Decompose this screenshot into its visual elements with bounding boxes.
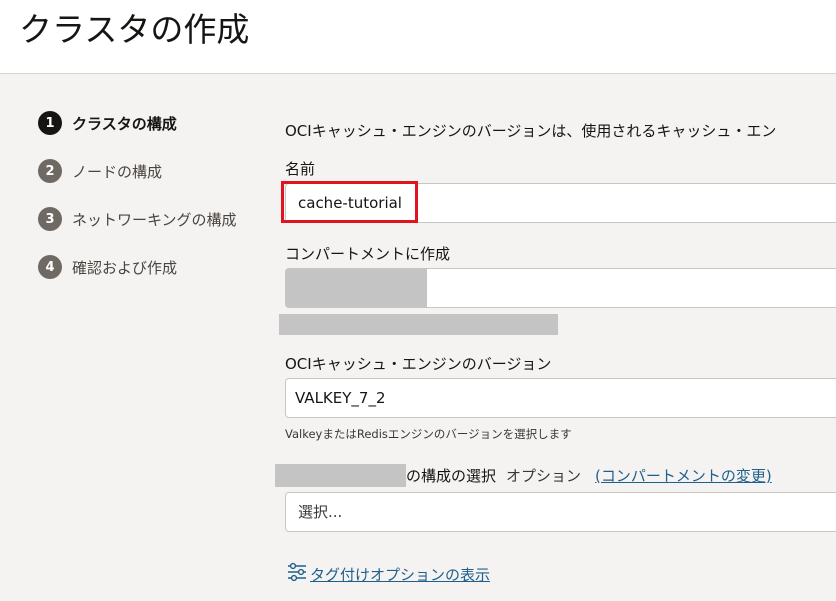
name-label: 名前 — [285, 160, 316, 178]
engine-version-select[interactable] — [285, 378, 836, 418]
intro-text: OCIキャッシュ・エンジンのバージョンは、使用されるキャッシュ・エン — [285, 122, 777, 140]
step-review-create[interactable]: 4 確認および作成 — [38, 254, 177, 280]
page-title: クラスタの作成 — [19, 10, 250, 49]
redacted-compartment-value — [286, 269, 427, 307]
redacted-compartment-path — [279, 314, 558, 335]
step-configure-networking[interactable]: 3 ネットワーキングの構成 — [38, 206, 237, 232]
step-label: ネットワーキングの構成 — [72, 210, 237, 229]
step-label: ノードの構成 — [72, 162, 163, 181]
step-label: クラスタの構成 — [72, 114, 177, 133]
engine-version-label: OCIキャッシュ・エンジンのバージョン — [285, 355, 552, 373]
step-number: 2 — [38, 159, 62, 183]
config-select[interactable] — [285, 492, 836, 532]
page-header: クラスタの作成 — [0, 0, 836, 74]
sliders-icon — [286, 561, 308, 587]
step-configure-nodes[interactable]: 2 ノードの構成 — [38, 158, 162, 184]
step-number: 4 — [38, 255, 62, 279]
redacted-config-type — [275, 464, 406, 487]
step-number: 3 — [38, 207, 62, 231]
change-compartment-link[interactable]: (コンパートメントの変更) — [595, 467, 772, 485]
name-input[interactable] — [285, 183, 836, 223]
step-number: 1 — [38, 111, 62, 135]
config-label-row: の構成の選択 オプション (コンパートメントの変更) — [406, 466, 772, 486]
optional-label: オプション — [506, 467, 582, 485]
engine-version-helper: ValkeyまたはRedisエンジンのバージョンを選択します — [285, 427, 572, 441]
step-configure-cluster[interactable]: 1 クラスタの構成 — [38, 110, 177, 136]
config-label: の構成の選択 — [406, 467, 497, 485]
step-label: 確認および作成 — [72, 258, 178, 277]
show-tag-options-label: タグ付けオプションの表示 — [310, 565, 491, 584]
show-tag-options-link[interactable]: タグ付けオプションの表示 — [286, 561, 490, 587]
compartment-label: コンパートメントに作成 — [285, 245, 451, 263]
